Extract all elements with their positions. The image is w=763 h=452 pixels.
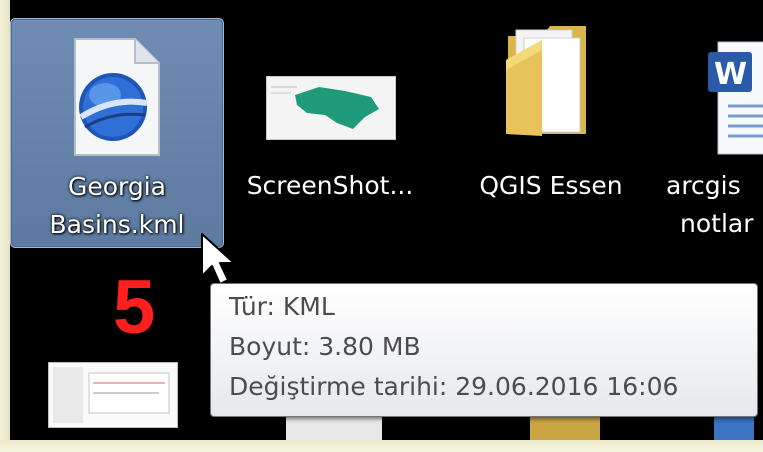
desktop-icon-screenshot[interactable]: ScreenShot...: [232, 18, 428, 218]
icon-label: ScreenShot...: [246, 171, 414, 200]
icon-label-line2: notlar: [680, 209, 754, 238]
desktop-icon-arcgis-notlar[interactable]: W arcgis notlar: [650, 18, 763, 238]
svg-text:W: W: [714, 57, 747, 92]
desktop-icon-qgis-folder[interactable]: QGIS Essen: [458, 18, 644, 218]
icon-label: QGIS Essen: [479, 171, 623, 200]
bottom-border: [0, 440, 763, 452]
step-number-annotation: 5: [113, 265, 156, 350]
google-earth-kml-file-icon: [74, 38, 160, 156]
desktop[interactable]: Georgia Basins.kml ScreenShot... QGIS Es…: [10, 0, 763, 440]
tooltip-modified-date: Değiştirme tarihi: 29.06.2016 16:06: [229, 372, 679, 401]
tooltip-type: Tür: KML: [229, 292, 335, 321]
word-document-icon: W: [708, 41, 763, 155]
icon-label-line1: Georgia: [67, 172, 167, 201]
file-info-tooltip: Tür: KML Boyut: 3.80 MB Değiştirme tarih…: [210, 283, 758, 417]
folder-icon: [506, 26, 586, 136]
tooltip-size: Boyut: 3.80 MB: [229, 332, 421, 361]
screenshot-thumbnail-icon: [53, 367, 170, 423]
screenshot-thumbnail-icon: [266, 76, 396, 140]
icon-label-line1: arcgis: [666, 171, 741, 200]
mouse-pointer-icon: [201, 233, 235, 285]
desktop-icon-georgia-basins[interactable]: Georgia Basins.kml: [10, 18, 224, 248]
desktop-icon-partial-thumbnail[interactable]: [48, 362, 178, 428]
left-border: [0, 0, 10, 452]
icon-label-line2: Basins.kml: [49, 210, 185, 239]
